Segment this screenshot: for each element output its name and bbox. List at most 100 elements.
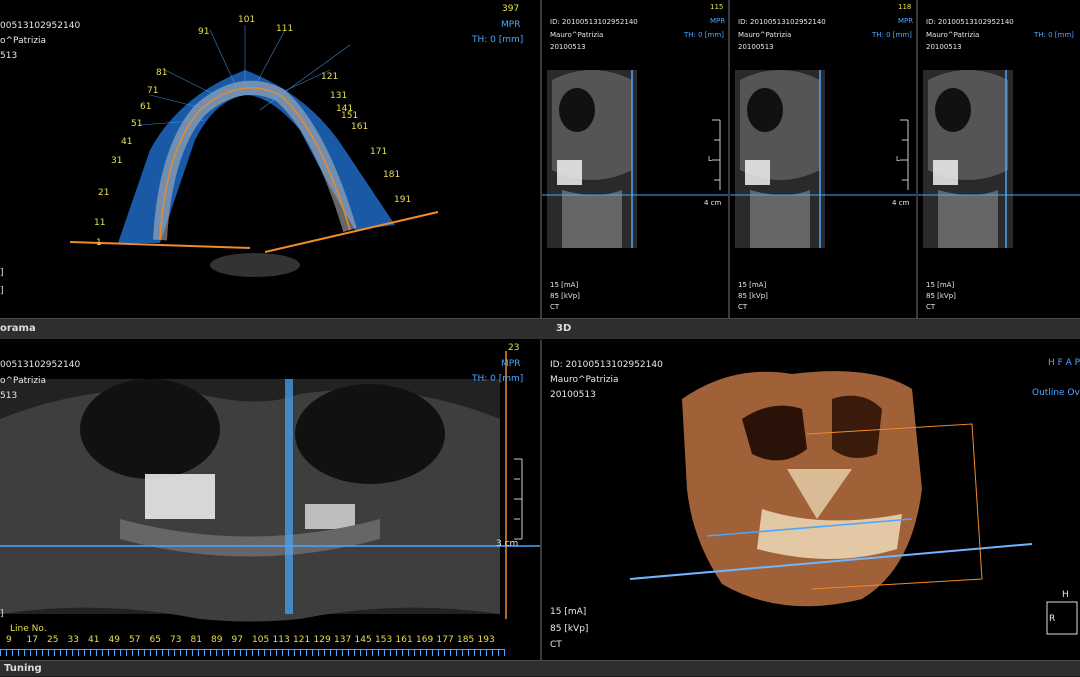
orientation-cube-r: R: [1049, 614, 1056, 624]
ruler-tick-label: 153: [375, 635, 393, 645]
patient-name: Mauro^Patrizia: [550, 375, 619, 385]
ruler-tick-label: 113: [272, 635, 290, 645]
study-date: 513: [0, 51, 18, 61]
modality: CT: [550, 640, 562, 650]
slice-thickness: TH: 0 [mm]: [684, 31, 724, 39]
arch-label: 131: [330, 91, 348, 101]
panorama-view[interactable]: 00513102952140 o^Patrizia 513 23 MPR TH:…: [0, 339, 540, 660]
ruler-tick-label: 105: [252, 635, 270, 645]
arch-label: 51: [131, 119, 143, 129]
ruler-tick-label: 129: [313, 635, 331, 645]
patient-name: Mauro^Patrizia: [550, 31, 604, 39]
ruler-tick-label: 17: [26, 635, 38, 645]
arch-label: 91: [198, 27, 210, 37]
patient-id: ID: 20100513102952140: [550, 360, 663, 370]
arch-label: 101: [238, 15, 256, 25]
slice-number: 397: [502, 4, 520, 14]
tube-current: 15 [mA]: [926, 281, 955, 289]
scale-label: 3 cm: [496, 539, 519, 549]
study-date: 20100513: [550, 43, 586, 51]
patient-name: Mauro^Patrizia: [738, 31, 792, 39]
line-number-label: Line No.: [10, 624, 47, 634]
orientation-l: L: [708, 155, 712, 163]
arch-label: 111: [276, 24, 294, 34]
orientation-label: H F A P: [1048, 358, 1080, 368]
ruler-tick-label: 177: [436, 635, 454, 645]
arch-label: 181: [383, 170, 401, 180]
patient-id: ID: 20100513102952140: [738, 18, 826, 26]
patient-id: 00513102952140: [0, 360, 81, 370]
axial-image: [69, 25, 439, 277]
ruler-scale[interactable]: [0, 649, 505, 656]
arch-label: 191: [394, 195, 412, 205]
panorama-image: [0, 351, 540, 622]
slice-number: 23: [508, 343, 520, 353]
threed-view[interactable]: ID: 20100513102952140 Mauro^Patrizia 201…: [542, 339, 1080, 660]
ruler-tick-label: 65: [149, 635, 161, 645]
arch-label: 61: [140, 102, 152, 112]
modality: CT: [926, 303, 936, 311]
arch-label: 121: [321, 72, 339, 82]
ruler-tick-label: 73: [170, 635, 182, 645]
slice-thickness: TH: 0 [mm]: [1034, 31, 1074, 39]
study-date: 20100513: [738, 43, 774, 51]
study-date: 513: [0, 391, 18, 401]
line-number-ruler[interactable]: 9 17 25 33 41 49 57 65 73 81 89 97 105 113 121 129 137 14…: [0, 635, 520, 657]
ruler-tick-label: 193: [477, 635, 495, 645]
arch-label: 151: [341, 111, 359, 121]
patient-id: 00513102952140: [0, 21, 81, 31]
cross-section-view[interactable]: ID: 20100513102952140 Mauro^Patrizia 20100…: [730, 0, 916, 318]
ruler-tick-label: 49: [108, 635, 120, 645]
arch-label: 31: [111, 156, 123, 166]
tube-voltage: 85 [kVp]: [550, 624, 589, 634]
ruler-tick-label: 33: [67, 635, 79, 645]
ruler-tick-label: 41: [88, 635, 100, 645]
ruler-tick-label: 57: [129, 635, 141, 645]
scale-label: 4 cm: [892, 199, 910, 207]
arch-label: 171: [370, 147, 388, 157]
tube-current: 15 [mA]: [550, 607, 587, 617]
volume-render: [629, 371, 1078, 635]
slice-thickness: TH: 0 [mm]: [472, 35, 524, 45]
slice-number: 115: [710, 3, 724, 11]
ruler-tick-label: 9: [6, 635, 12, 645]
view-mode: MPR: [710, 17, 726, 25]
section-bar: orama 3D: [0, 318, 1080, 340]
tuning-title[interactable]: Tuning: [4, 663, 42, 674]
outline-overlay-label[interactable]: Outline Ove: [1032, 388, 1080, 399]
ruler-tick-label: 121: [293, 635, 311, 645]
axial-view[interactable]: 00513102952140 o^Patrizia 513 397 MPR TH…: [0, 0, 540, 318]
cross-section-view[interactable]: ID: 20100513102952140 Mauro^Patrizia 20100…: [542, 0, 728, 318]
arch-label: 1: [96, 238, 102, 248]
ruler-tick-label: 161: [395, 635, 413, 645]
modality: CT: [550, 303, 560, 311]
modality: CT: [738, 303, 748, 311]
orientation-cube-h: H: [1062, 590, 1069, 600]
patient-id: ID: 20100513102952140: [926, 18, 1014, 26]
patient-name: Mauro^Patrizia: [926, 31, 980, 39]
tube-voltage: 85 [kVp]: [926, 292, 956, 300]
cross-section-view[interactable]: ID: 20100513102952140 Mauro^Patrizia 20100…: [918, 0, 1080, 318]
slice-thickness: TH: 0 [mm]: [472, 374, 524, 384]
panorama-title[interactable]: orama: [0, 323, 36, 334]
arch-label: 11: [94, 218, 106, 228]
left-mark: ]: [0, 609, 4, 619]
study-date: 20100513: [926, 43, 962, 51]
ruler-tick-label: 169: [416, 635, 434, 645]
ruler-tick-label: 89: [211, 635, 223, 645]
arch-label: 21: [98, 188, 110, 198]
ruler-tick-label: 185: [457, 635, 475, 645]
tube-current: 15 [mA]: [550, 281, 579, 289]
ruler-tick-label: 145: [354, 635, 372, 645]
tuning-bar: Tuning: [0, 660, 1080, 677]
threed-title[interactable]: 3D: [556, 323, 571, 334]
view-mode: MPR: [501, 359, 521, 369]
tube-voltage: 85 [kVp]: [550, 292, 580, 300]
arch-label: 161: [351, 122, 369, 132]
patient-name: o^Patrizia: [0, 376, 47, 386]
ruler-tick-label: 137: [334, 635, 352, 645]
ruler-tick-label: 97: [231, 635, 243, 645]
view-mode: MPR: [898, 17, 914, 25]
patient-id: ID: 20100513102952140: [550, 18, 638, 26]
slice-thickness: TH: 0 [mm]: [872, 31, 912, 39]
